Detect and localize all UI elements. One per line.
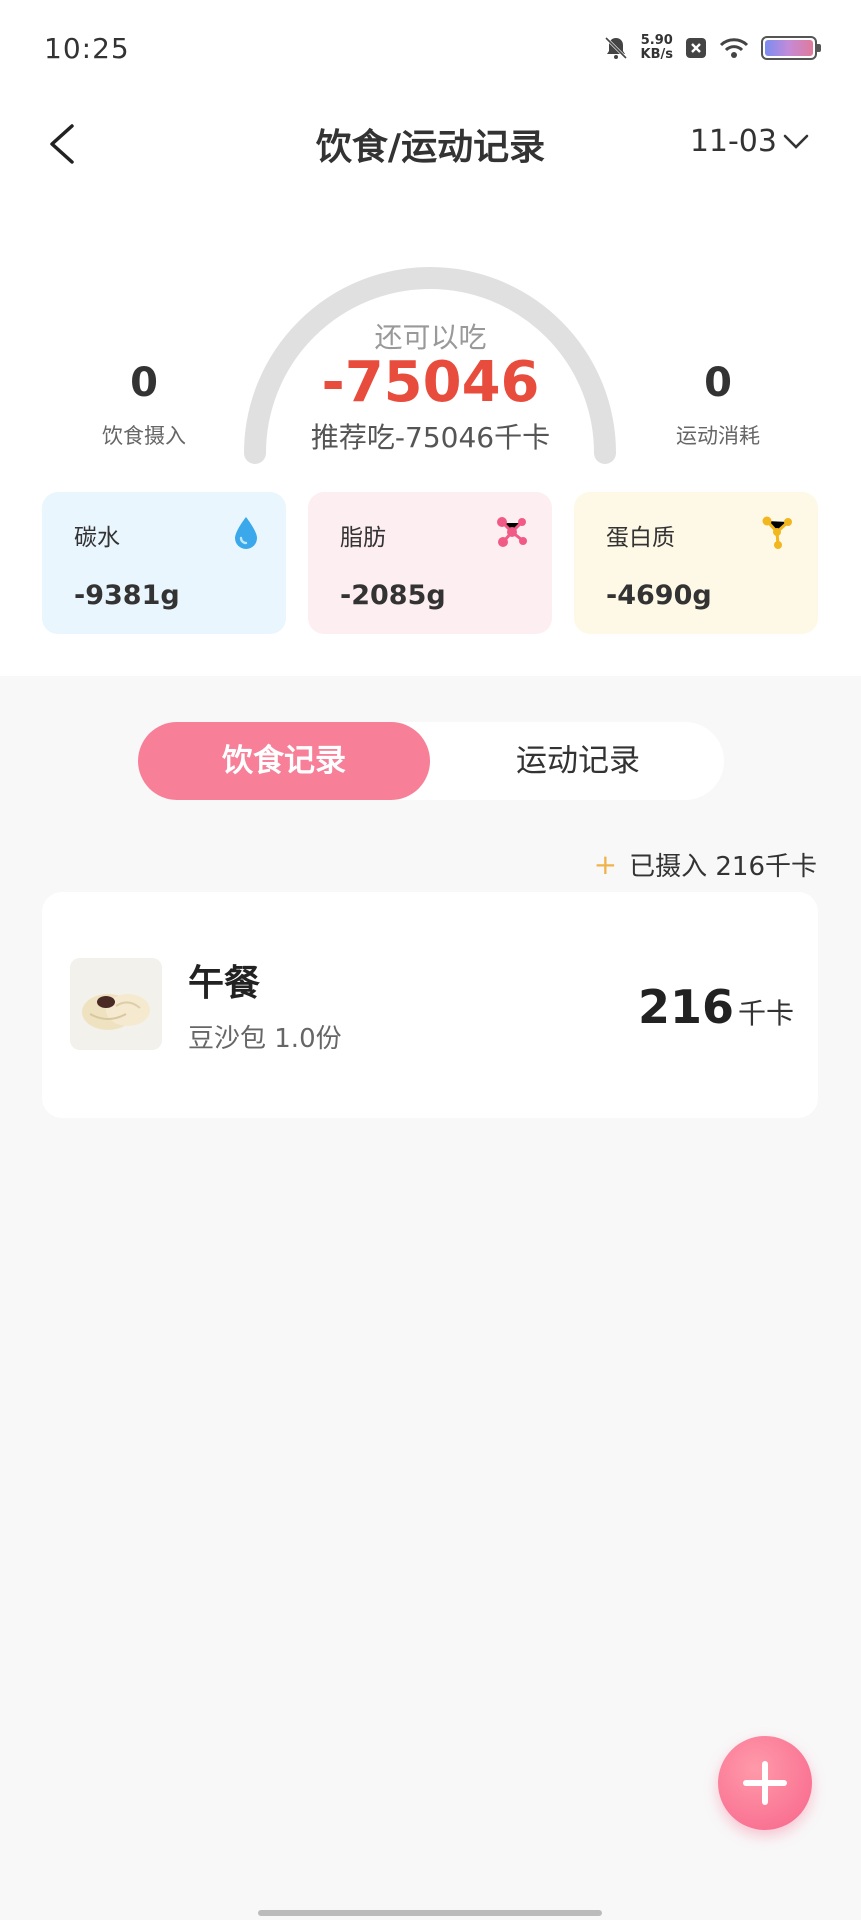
plus-icon: +	[593, 848, 618, 881]
burn-stat: 0 运动消耗	[638, 360, 798, 450]
intake-total-text: 已摄入 216千卡	[629, 852, 817, 882]
meal-description: 豆沙包 1.0份	[188, 1024, 342, 1054]
burn-label: 运动消耗	[676, 424, 760, 448]
add-record-button[interactable]	[718, 1736, 812, 1830]
meal-name: 午餐	[188, 963, 261, 1004]
intake-label: 饮食摄入	[102, 424, 186, 448]
burn-value: 0	[704, 360, 732, 406]
fat-molecule-icon	[497, 517, 527, 547]
meal-kcal-value: 216	[637, 980, 734, 1034]
record-tabs: 饮食记录 运动记录	[138, 722, 724, 800]
macro-name: 蛋白质	[606, 525, 675, 551]
meal-card[interactable]: 午餐 豆沙包 1.0份 216 千卡	[42, 892, 818, 1118]
date-label: 11-03	[689, 124, 777, 159]
macro-card-carb: 碳水 -9381g	[42, 492, 286, 634]
steamed-bun-image	[70, 958, 162, 1050]
macro-card-fat: 脂肪 -2085g	[308, 492, 552, 634]
back-arrow-icon[interactable]	[44, 120, 84, 168]
macro-name: 碳水	[74, 525, 120, 551]
intake-total: + 已摄入 216千卡	[594, 846, 817, 883]
intake-value: 0	[130, 360, 158, 406]
food-thumbnail	[70, 958, 162, 1050]
protein-molecule-icon	[762, 516, 792, 549]
home-indicator	[258, 1910, 602, 1916]
network-speed: 5.90 KB/s	[640, 33, 673, 62]
tab-sport-record[interactable]: 运动记录	[432, 722, 724, 800]
meal-calories: 216 千卡	[638, 980, 794, 1034]
intake-stat: 0 饮食摄入	[64, 360, 224, 450]
macro-value: -2085g	[340, 580, 446, 611]
water-drop-icon	[235, 517, 257, 549]
status-icons: 5.90 KB/s	[603, 33, 821, 62]
macro-value: -9381g	[74, 580, 180, 611]
meal-kcal-unit: 千卡	[737, 997, 794, 1030]
battery-icon	[761, 36, 821, 60]
date-selector[interactable]: 11-03	[690, 124, 809, 159]
wifi-icon	[719, 38, 749, 58]
status-time: 10:25	[44, 32, 130, 65]
chevron-down-icon	[783, 134, 809, 149]
macro-name: 脂肪	[340, 525, 386, 551]
macro-card-protein: 蛋白质 -4690g	[574, 492, 818, 634]
mute-bell-icon	[604, 36, 627, 60]
close-box-icon	[686, 38, 706, 58]
macro-value: -4690g	[606, 580, 712, 611]
tab-diet-record[interactable]: 饮食记录	[138, 722, 430, 800]
